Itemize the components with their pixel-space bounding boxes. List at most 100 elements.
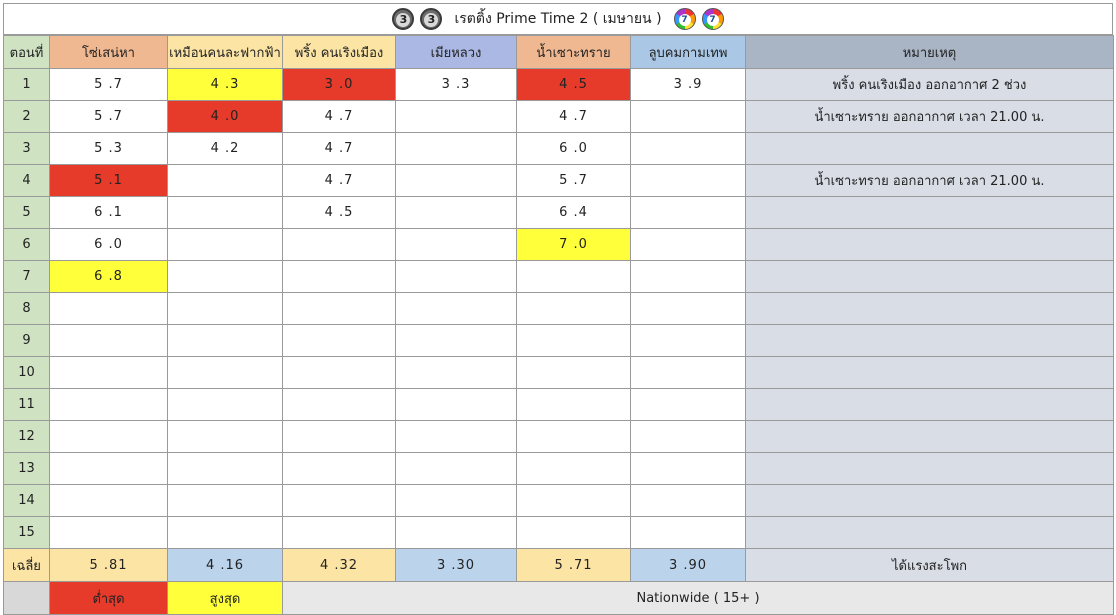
rating-cell[interactable]: [516, 484, 631, 517]
rating-cell[interactable]: [395, 228, 517, 261]
rating-cell[interactable]: [167, 356, 283, 389]
rating-cell[interactable]: [49, 324, 168, 357]
rating-cell[interactable]: [395, 356, 517, 389]
rating-cell[interactable]: [630, 164, 746, 197]
rating-cell[interactable]: [167, 388, 283, 421]
rating-cell[interactable]: [395, 292, 517, 325]
rating-cell[interactable]: 6 .0: [516, 132, 631, 165]
rating-cell[interactable]: [167, 484, 283, 517]
rating-cell[interactable]: [167, 324, 283, 357]
rating-cell[interactable]: 5 .3: [49, 132, 168, 165]
rating-cell[interactable]: [167, 164, 283, 197]
rating-cell[interactable]: [49, 484, 168, 517]
rating-cell[interactable]: [630, 420, 746, 453]
remark-cell[interactable]: [745, 228, 1114, 261]
rating-cell[interactable]: [167, 452, 283, 485]
rating-cell[interactable]: [516, 356, 631, 389]
remark-cell[interactable]: [745, 484, 1114, 517]
rating-cell[interactable]: 7 .0: [516, 228, 631, 261]
remark-cell[interactable]: น้ำเซาะทราย ออกอากาศ เวลา 21.00 น.: [745, 100, 1114, 133]
rating-cell[interactable]: 5 .1: [49, 164, 168, 197]
rating-cell[interactable]: [395, 324, 517, 357]
rating-cell[interactable]: [516, 516, 631, 549]
rating-cell[interactable]: [282, 484, 396, 517]
remark-cell[interactable]: น้ำเซาะทราย ออกอากาศ เวลา 21.00 น.: [745, 164, 1114, 197]
remark-cell[interactable]: [745, 420, 1114, 453]
rating-cell[interactable]: [282, 516, 396, 549]
average-label[interactable]: เฉลี่ย: [3, 548, 50, 582]
header-show-5[interactable]: น้ำเซาะทราย: [516, 35, 631, 69]
remark-cell[interactable]: [745, 324, 1114, 357]
rating-cell[interactable]: [630, 132, 746, 165]
rating-cell[interactable]: [167, 260, 283, 293]
rating-cell[interactable]: [395, 484, 517, 517]
rating-cell[interactable]: 4 .7: [282, 132, 396, 165]
rating-cell[interactable]: 4 .0: [167, 100, 283, 133]
rating-cell[interactable]: [516, 260, 631, 293]
remark-cell[interactable]: [745, 452, 1114, 485]
rating-cell[interactable]: [630, 100, 746, 133]
episode-cell[interactable]: 2: [3, 100, 50, 133]
episode-cell[interactable]: 3: [3, 132, 50, 165]
rating-cell[interactable]: [630, 484, 746, 517]
rating-cell[interactable]: 5 .7: [49, 68, 168, 101]
rating-cell[interactable]: [395, 516, 517, 549]
rating-cell[interactable]: [395, 196, 517, 229]
episode-cell[interactable]: 14: [3, 484, 50, 517]
episode-cell[interactable]: 7: [3, 260, 50, 293]
rating-cell[interactable]: [49, 292, 168, 325]
header-remarks[interactable]: หมายเหตุ: [745, 35, 1114, 69]
rating-cell[interactable]: 6 .8: [49, 260, 168, 293]
rating-cell[interactable]: 6 .1: [49, 196, 168, 229]
rating-cell[interactable]: [282, 452, 396, 485]
rating-cell[interactable]: [395, 164, 517, 197]
rating-cell[interactable]: [49, 356, 168, 389]
header-show-1[interactable]: โซ่เสน่หา: [49, 35, 168, 69]
rating-cell[interactable]: [516, 452, 631, 485]
remark-cell[interactable]: [745, 292, 1114, 325]
episode-cell[interactable]: 9: [3, 324, 50, 357]
rating-cell[interactable]: [516, 420, 631, 453]
average-cell[interactable]: 3 .90: [630, 548, 746, 582]
remark-cell[interactable]: [745, 260, 1114, 293]
rating-cell[interactable]: 4 .7: [282, 164, 396, 197]
remark-cell[interactable]: [745, 196, 1114, 229]
rating-cell[interactable]: [282, 356, 396, 389]
rating-cell[interactable]: [395, 452, 517, 485]
rating-cell[interactable]: [395, 132, 517, 165]
rating-cell[interactable]: [395, 388, 517, 421]
rating-cell[interactable]: 4 .3: [167, 68, 283, 101]
remark-cell[interactable]: [745, 516, 1114, 549]
rating-cell[interactable]: [282, 228, 396, 261]
rating-cell[interactable]: 4 .5: [282, 196, 396, 229]
average-cell-selected[interactable]: 4 .16: [167, 548, 283, 582]
rating-cell[interactable]: [282, 260, 396, 293]
episode-cell[interactable]: 11: [3, 388, 50, 421]
header-show-2[interactable]: เหมือนคนละฟากฟ้า: [167, 35, 283, 69]
rating-cell[interactable]: [630, 228, 746, 261]
episode-cell[interactable]: 6: [3, 228, 50, 261]
rating-cell[interactable]: [630, 516, 746, 549]
rating-cell[interactable]: [49, 420, 168, 453]
rating-cell[interactable]: 6 .4: [516, 196, 631, 229]
rating-cell[interactable]: [167, 420, 283, 453]
rating-cell[interactable]: 4 .2: [167, 132, 283, 165]
rating-cell[interactable]: [516, 388, 631, 421]
episode-cell[interactable]: 12: [3, 420, 50, 453]
average-cell[interactable]: 3 .30: [395, 548, 517, 582]
rating-cell[interactable]: 4 .7: [282, 100, 396, 133]
rating-cell[interactable]: [630, 196, 746, 229]
rating-cell[interactable]: [282, 420, 396, 453]
header-show-4[interactable]: เมียหลวง: [395, 35, 517, 69]
rating-cell[interactable]: [167, 516, 283, 549]
average-cell[interactable]: 5 .81: [49, 548, 168, 582]
rating-cell[interactable]: [630, 388, 746, 421]
episode-cell[interactable]: 10: [3, 356, 50, 389]
rating-cell[interactable]: [630, 356, 746, 389]
rating-cell[interactable]: 3 .0: [282, 68, 396, 101]
remark-cell[interactable]: [745, 356, 1114, 389]
rating-cell[interactable]: 5 .7: [49, 100, 168, 133]
rating-cell[interactable]: [49, 452, 168, 485]
rating-cell[interactable]: [395, 420, 517, 453]
rating-cell[interactable]: 6 .0: [49, 228, 168, 261]
